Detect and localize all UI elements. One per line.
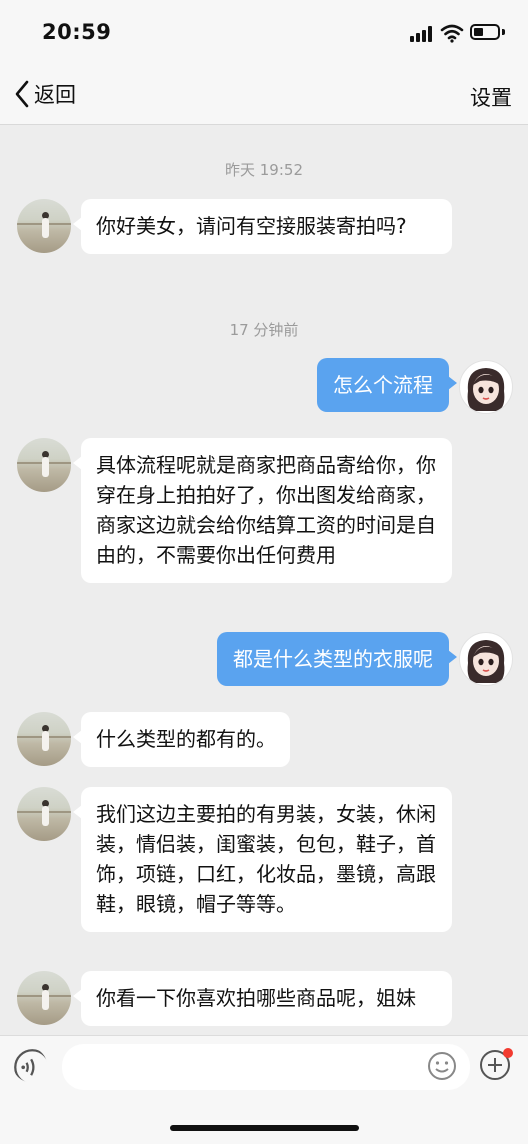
- back-button[interactable]: 返回: [14, 78, 76, 110]
- my-avatar[interactable]: [459, 632, 513, 686]
- my-avatar-image: [467, 640, 505, 683]
- outgoing-message: 怎么个流程: [317, 358, 457, 412]
- incoming-message: 什么类型的都有的。: [73, 712, 290, 767]
- contact-avatar[interactable]: [17, 438, 71, 492]
- contact-avatar[interactable]: [17, 199, 71, 253]
- nav-bar: 返回 设置: [0, 66, 528, 125]
- incoming-message: 你好美女，请问有空接服装寄拍吗?: [73, 199, 452, 254]
- incoming-message: 具体流程呢就是商家把商品寄给你，你穿在身上拍拍好了，你出图发给商家，商家这边就会…: [73, 438, 452, 583]
- settings-button[interactable]: 设置: [470, 82, 512, 112]
- contact-avatar[interactable]: [17, 971, 71, 1025]
- emoji-icon[interactable]: [427, 1051, 457, 1081]
- timestamp: 17 分钟前: [229, 321, 299, 339]
- outgoing-message: 都是什么类型的衣服呢: [217, 632, 457, 686]
- contact-avatar[interactable]: [17, 712, 71, 766]
- timestamp: 昨天 19:52: [225, 161, 303, 179]
- home-indicator: [170, 1125, 359, 1131]
- battery-cap: [502, 29, 505, 35]
- notification-badge: [503, 1048, 513, 1058]
- input-bar: [0, 1035, 528, 1144]
- wifi-icon: [440, 24, 464, 43]
- incoming-message: 我们这边主要拍的有男装，女装，休闲装，情侣装，闺蜜装，包包，鞋子，首饰，项链，口…: [73, 787, 452, 932]
- my-avatar-image: [467, 368, 505, 411]
- contact-avatar[interactable]: [17, 787, 71, 841]
- incoming-message: 你看一下你喜欢拍哪些商品呢，姐妹: [73, 971, 452, 1026]
- my-avatar[interactable]: [459, 360, 513, 414]
- chat-area[interactable]: 昨天 19:52 你好美女，请问有空接服装寄拍吗? 17 分钟前 怎么个流程 具…: [0, 125, 528, 1035]
- status-time: 20:59: [42, 20, 112, 44]
- cellular-signal-icon: [410, 26, 432, 42]
- battery-icon: [470, 24, 500, 40]
- status-bar: 20:59: [0, 0, 528, 66]
- chevron-left-icon: [15, 80, 29, 108]
- back-label: 返回: [34, 83, 76, 107]
- voice-icon[interactable]: [13, 1048, 47, 1082]
- message-input[interactable]: [62, 1044, 470, 1090]
